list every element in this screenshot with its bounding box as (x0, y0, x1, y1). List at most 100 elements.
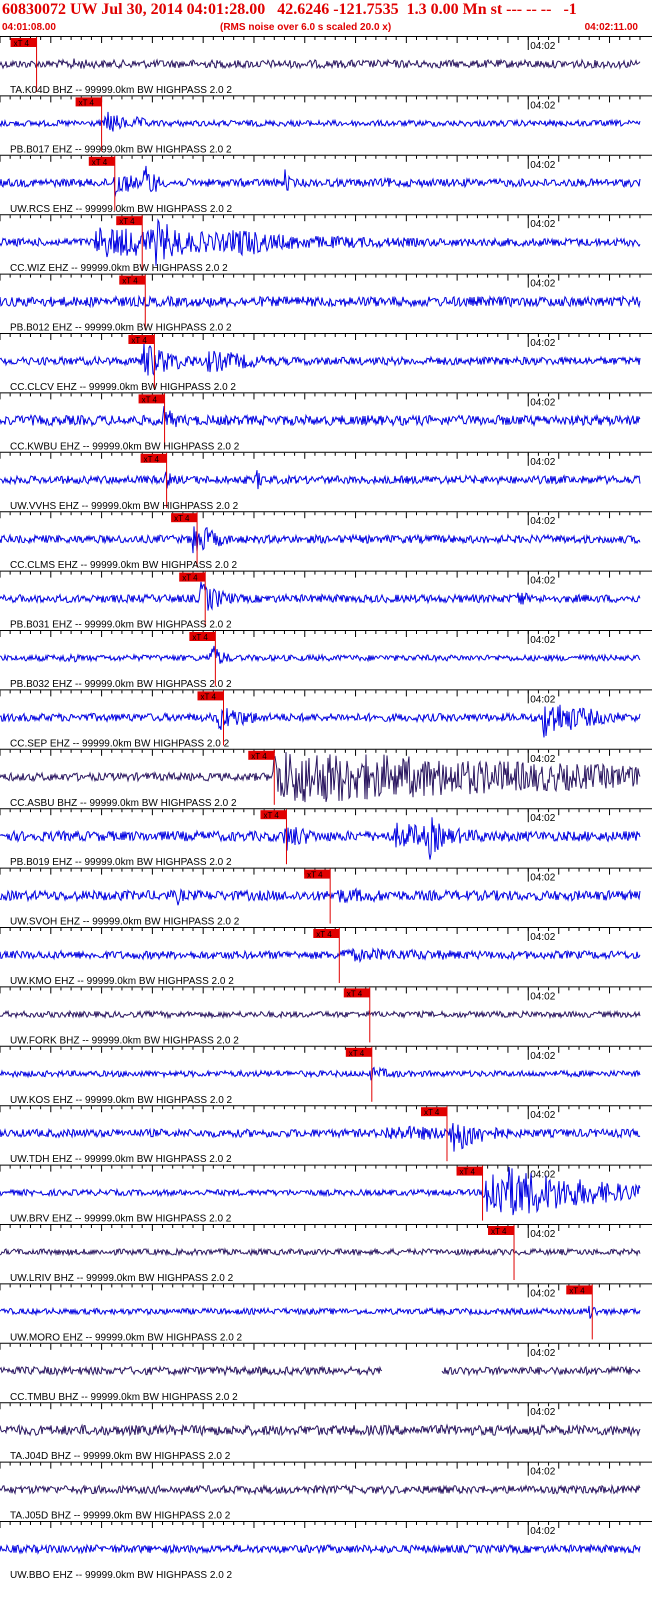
pick-label: xT 4 (122, 277, 138, 286)
waveform (0, 294, 641, 309)
waveform (441, 1365, 641, 1377)
trace-panel: 04:02 UW.BBO EHZ -- 99999.0km BW HIGHPASS… (0, 1521, 652, 1581)
trace-panel: 04:02 xT 4 CC.ASBU BHZ -- 99999.0km BW HIG… (0, 748, 652, 809)
pick-label: xT 4 (14, 39, 30, 48)
pick-label: xT 4 (142, 395, 158, 404)
end-time: 04:02:11.00 (584, 22, 638, 33)
station-label: CC.KWBU EHZ -- 99999.0km BW HIGHPASS 2.0… (10, 441, 240, 452)
trace-panel: 04:02 xT 4 UW.FORK BHZ -- 99999.0km BW HIG… (0, 986, 652, 1046)
station-label: PB.B019 EHZ -- 99999.0km BW HIGHPASS 2.0… (10, 857, 232, 868)
pick-label: xT 4 (569, 1286, 585, 1295)
pick-label: xT 4 (491, 1227, 507, 1236)
trace-panel: 04:02 xT 4 UW.BRV EHZ -- 99999.0km BW HIGH… (0, 1164, 652, 1225)
station-label: CC.ASBU BHZ -- 99999.0km BW HIGHPASS 2.0… (10, 798, 237, 809)
minute-tick-label: 04:02 (530, 516, 555, 527)
trace-panel: 04:02 xT 4 UW.LRIV BHZ -- 99999.0km BW HIG… (0, 1224, 652, 1284)
trace-panel: 04:02 xT 4 UW.VVHS EHZ -- 99999.0km BW HIG… (0, 451, 652, 512)
station-label: UW.VVHS EHZ -- 99999.0km BW HIGHPASS 2.0… (10, 501, 239, 512)
waveform (0, 111, 641, 132)
station-label: CC.WIZ EHZ -- 99999.0km BW HIGHPASS 2.0 … (10, 263, 228, 274)
waveform (0, 526, 641, 554)
minute-tick-label: 04:02 (530, 1170, 555, 1181)
trace-panel: 04:02 xT 4 PB.B032 EHZ -- 99999.0km BW HIG… (0, 630, 652, 690)
minute-tick-label: 04:02 (530, 1229, 555, 1240)
waveform (0, 58, 641, 70)
station-label: CC.CLCV EHZ -- 99999.0km BW HIGHPASS 2.0… (10, 382, 236, 393)
start-time: 04:01:08.00 (2, 22, 56, 33)
station-label: UW.TDH EHZ -- 99999.0km BW HIGHPASS 2.0 … (10, 1154, 232, 1165)
station-label: UW.FORK BHZ -- 99999.0km BW HIGHPASS 2.0… (10, 1035, 239, 1046)
pick-label: xT 4 (131, 336, 147, 345)
trace-panel: 04:02 xT 4 UW.SVOH EHZ -- 99999.0km BW HIG… (0, 867, 652, 928)
pick-label: xT 4 (174, 514, 190, 523)
minute-tick-label: 04:02 (530, 219, 555, 230)
pick-label: xT 4 (307, 871, 323, 880)
station-label: CC.CLMS EHZ -- 99999.0km BW HIGHPASS 2.0… (10, 560, 238, 571)
pick-label: xT 4 (251, 752, 267, 761)
minute-tick-label: 04:02 (530, 576, 555, 587)
waveform (0, 1423, 641, 1437)
trace-panel: 04:02 xT 4 CC.CLCV EHZ -- 99999.0km BW HIG… (0, 333, 652, 393)
minute-tick-label: 04:02 (530, 754, 555, 765)
trace-panel: 04:02 xT 4 PB.B012 EHZ -- 99999.0km BW HIG… (0, 273, 652, 334)
trace-panel: 04:02 xT 4 UW.TDH EHZ -- 99999.0km BW HIGH… (0, 1105, 652, 1165)
station-label: UW.RCS EHZ -- 99999.0km BW HIGHPASS 2.0 … (10, 204, 233, 215)
station-label: PB.B017 EHZ -- 99999.0km BW HIGHPASS 2.0… (10, 144, 232, 155)
station-label: UW.KMO EHZ -- 99999.0km BW HIGHPASS 2.0 … (10, 976, 234, 987)
pick-label: xT 4 (144, 455, 160, 464)
station-label: TA.J05D BHZ -- 99999.0km BW HIGHPASS 2.0… (10, 1511, 231, 1522)
pick-label: xT 4 (182, 574, 198, 583)
station-label: UW.LRIV BHZ -- 99999.0km BW HIGHPASS 2.0… (10, 1273, 234, 1284)
minute-tick-label: 04:02 (530, 991, 555, 1002)
rms-note: (RMS noise over 6.0 s scaled 20.0 x) (220, 22, 392, 33)
minute-tick-label: 04:02 (530, 41, 555, 52)
pick-label: xT 4 (200, 692, 216, 701)
waveform (0, 947, 641, 964)
waveform (0, 1305, 641, 1319)
minute-tick-label: 04:02 (530, 1288, 555, 1299)
station-label: UW.MORO EHZ -- 99999.0km BW HIGHPASS 2.0… (10, 1332, 243, 1343)
pick-label: xT 4 (263, 811, 279, 820)
minute-tick-label: 04:02 (530, 279, 555, 290)
station-label: TA.K04D BHZ -- 99999.0km BW HIGHPASS 2.0… (10, 85, 232, 96)
trace-panel: 04:02 xT 4 PB.B019 EHZ -- 99999.0km BW HIG… (0, 808, 652, 868)
trace-panel: 04:02 xT 4 CC.WIZ EHZ -- 99999.0km BW HIGH… (0, 214, 652, 274)
waveform (0, 1123, 641, 1152)
pick-label: xT 4 (460, 1168, 476, 1177)
minute-tick-label: 04:02 (530, 635, 555, 646)
waveform (0, 470, 641, 490)
station-label: CC.TMBU BHZ -- 99999.0km BW HIGHPASS 2.0… (10, 1392, 238, 1403)
pick-label: xT 4 (349, 1049, 365, 1058)
trace-panel: 04:02 xT 4 UW.KMO EHZ -- 99999.0km BW HIGH… (0, 927, 652, 987)
trace-panel: 04:02 TA.J04D BHZ -- 99999.0km BW HIGHPAS… (0, 1402, 652, 1462)
pick-label: xT 4 (119, 217, 135, 226)
trace-panel: 04:02 xT 4 CC.KWBU EHZ -- 99999.0km BW HIG… (0, 392, 652, 452)
station-label: CC.SEP EHZ -- 99999.0km BW HIGHPASS 2.0 … (10, 738, 230, 749)
trace-panel: 04:02 xT 4 PB.B017 EHZ -- 99999.0km BW HIG… (0, 95, 652, 155)
minute-tick-label: 04:02 (530, 932, 555, 943)
minute-tick-label: 04:02 (530, 397, 555, 408)
event-title: 60830072 UW Jul 30, 2014 04:01:28.00 42.… (2, 1, 577, 18)
trace-panel: 04:02 TA.J05D BHZ -- 99999.0km BW HIGHPAS… (0, 1461, 652, 1522)
waveform (0, 1247, 641, 1257)
minute-tick-label: 04:02 (530, 1467, 555, 1478)
waveform (0, 1066, 641, 1081)
pick-label: xT 4 (92, 158, 108, 167)
waveform (0, 1543, 641, 1555)
minute-tick-label: 04:02 (530, 100, 555, 111)
header: 60830072 UW Jul 30, 2014 04:01:28.00 42.… (0, 0, 652, 36)
seismogram-plot: 04:02 xT 4 TA.K04D BHZ -- 99999.0km BW HIG… (0, 36, 652, 1581)
minute-tick-label: 04:02 (530, 457, 555, 468)
minute-tick-label: 04:02 (530, 694, 555, 705)
station-label: UW.KOS EHZ -- 99999.0km BW HIGHPASS 2.0 … (10, 1095, 233, 1106)
station-label: UW.BRV EHZ -- 99999.0km BW HIGHPASS 2.0 … (10, 1214, 232, 1225)
pick-label: xT 4 (79, 98, 95, 107)
minute-tick-label: 04:02 (530, 1526, 555, 1537)
minute-tick-label: 04:02 (530, 1348, 555, 1359)
trace-panel: 04:02 xT 4 PB.B031 EHZ -- 99999.0km BW HIG… (0, 570, 652, 631)
waveform (0, 405, 641, 428)
waveform (0, 1483, 641, 1496)
station-label: UW.SVOH EHZ -- 99999.0km BW HIGHPASS 2.0… (10, 917, 240, 928)
station-label: UW.BBO EHZ -- 99999.0km BW HIGHPASS 2.0 … (10, 1570, 233, 1581)
station-label: PB.B031 EHZ -- 99999.0km BW HIGHPASS 2.0… (10, 620, 232, 631)
